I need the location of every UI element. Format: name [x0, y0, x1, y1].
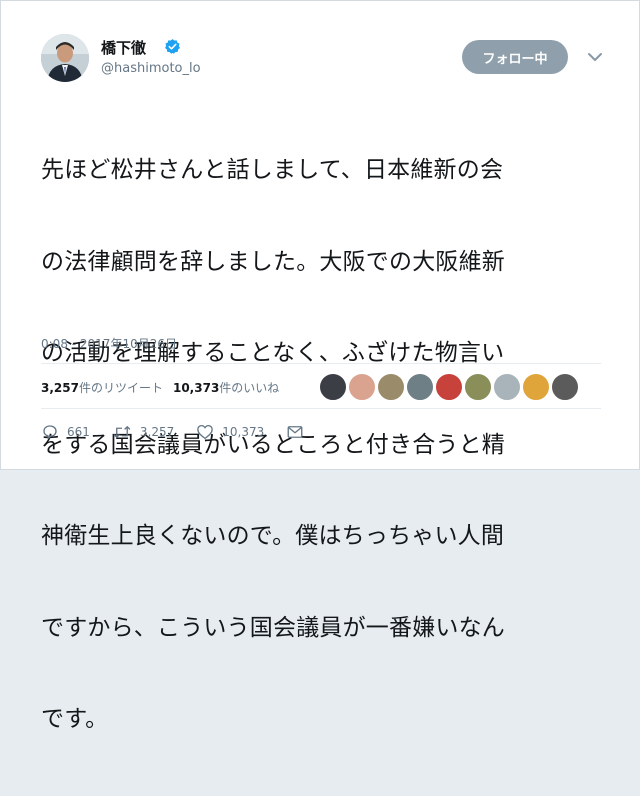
liker-avatar[interactable]: [464, 373, 492, 401]
retweet-button[interactable]: 3,257: [112, 423, 174, 441]
divider: [41, 408, 601, 409]
like-count: 10,373: [222, 425, 265, 439]
retweet-stat-count: 3,257: [41, 381, 79, 395]
like-stat-label: 件のいいね: [219, 381, 280, 395]
reply-button[interactable]: 661: [41, 423, 90, 441]
liker-avatar[interactable]: [406, 373, 434, 401]
tweet-text-line: 神衛生上良くないので。僕はちっちゃい人間: [41, 523, 505, 549]
tweet-text-line: の法律顧問を辞しました。大阪での大阪維新: [41, 248, 505, 275]
divider: [41, 363, 601, 364]
liker-avatar[interactable]: [435, 373, 463, 401]
envelope-icon: [287, 426, 303, 438]
liker-avatars: [319, 373, 579, 401]
profile-avatar[interactable]: [41, 34, 89, 82]
tweet-text-line: です。: [41, 706, 109, 732]
retweet-count: 3,257: [139, 425, 175, 439]
tweet-text-line: ですから、こういう国会議員が一番嫌いなん: [41, 614, 505, 641]
liker-avatar[interactable]: [493, 373, 521, 401]
tweet-card: 橋下徹 @hashimoto_lo フォロー中 先ほど松井さんと話しまして、日本…: [0, 0, 640, 732]
avatar-image: [41, 34, 89, 82]
engagement-stats: 3,257件のリツイート 10,373件のいいね: [41, 379, 279, 396]
verified-badge-icon: [165, 39, 180, 54]
retweet-icon: [113, 426, 131, 438]
heart-icon: [197, 424, 214, 440]
direct-message-button[interactable]: [286, 423, 304, 441]
retweet-stat-label: 件のリツイート: [78, 381, 163, 395]
liker-avatar[interactable]: [377, 373, 405, 401]
user-handle[interactable]: @hashimoto_lo: [101, 61, 201, 76]
like-button[interactable]: 10,373: [196, 423, 264, 441]
retweet-stat[interactable]: 3,257件のリツイート: [41, 379, 163, 396]
tweet-text: 先ほど松井さんと話しまして、日本維新の会 の法律顧問を辞しました。大阪での大阪維…: [41, 94, 601, 796]
tweet-timestamp[interactable]: 0:08 - 2017年10月26日: [41, 335, 177, 352]
chevron-down-icon[interactable]: [587, 51, 603, 63]
reply-count: 661: [67, 425, 90, 439]
liker-avatar[interactable]: [348, 373, 376, 401]
display-name[interactable]: 橋下徹: [101, 37, 146, 58]
reply-icon: [43, 425, 57, 440]
following-button[interactable]: フォロー中: [462, 40, 568, 74]
tweet-actions: 661 3,257 10,373: [41, 423, 326, 441]
liker-avatar[interactable]: [551, 373, 579, 401]
liker-avatar[interactable]: [319, 373, 347, 401]
liker-avatar[interactable]: [522, 373, 550, 401]
like-stat[interactable]: 10,373件のいいね: [173, 379, 279, 396]
tweet-text-line: 先ほど松井さんと話しまして、日本維新の会: [41, 157, 504, 183]
like-stat-count: 10,373: [172, 381, 220, 395]
